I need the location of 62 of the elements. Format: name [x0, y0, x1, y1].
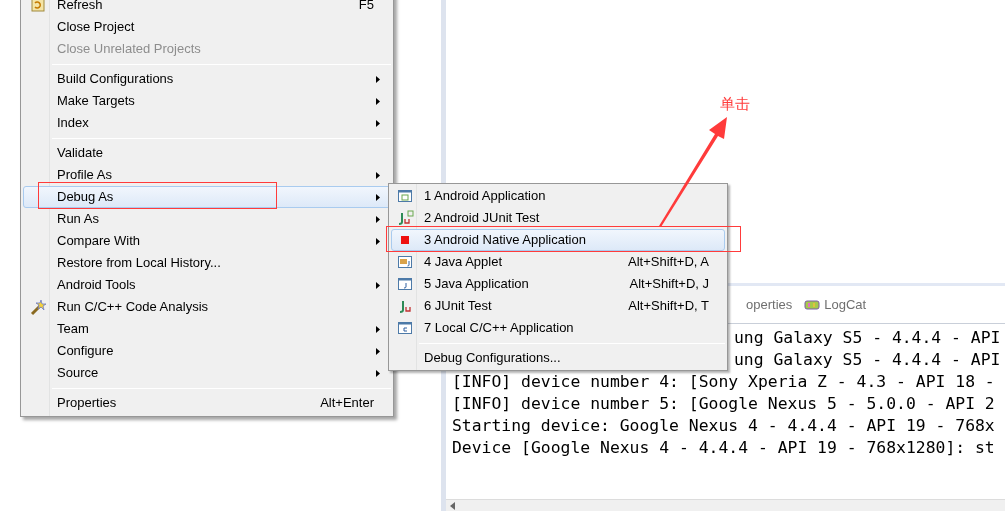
menu-item[interactable]: Profile As: [23, 164, 391, 186]
junit-icon: [397, 298, 413, 314]
menu-item[interactable]: Properties Alt+Enter: [23, 392, 391, 414]
submenu-arrow-icon: [376, 215, 380, 223]
submenu-arrow-icon: [376, 237, 380, 245]
logcat-icon: [804, 298, 821, 311]
shortcut-text: Alt+Enter: [320, 394, 374, 413]
square-icon: [401, 236, 409, 244]
shortcut-text: Alt+Shift+D, A: [628, 253, 709, 272]
menu-item[interactable]: 2 Android JUnit Test: [391, 207, 725, 229]
junit-icon: [396, 210, 414, 226]
menu-item[interactable]: Restore from Local History...: [23, 252, 391, 274]
shortcut-text: Alt+Shift+D, T: [628, 297, 709, 316]
magic-wand-icon: [28, 298, 47, 316]
menu-item[interactable]: Index: [23, 112, 391, 134]
menu-item[interactable]: Close Project: [23, 16, 391, 38]
shortcut-text: Alt+Shift+D, J: [629, 275, 709, 294]
submenu-arrow-icon: [376, 325, 380, 333]
menu-item[interactable]: Build Configurations: [23, 68, 391, 90]
menu-item[interactable]: Android Tools: [23, 274, 391, 296]
c-window-icon: [397, 320, 413, 336]
menu-item[interactable]: 1 Android Application: [391, 185, 725, 207]
submenu-arrow-icon: [376, 75, 380, 83]
menu-item[interactable]: 4 Java Applet Alt+Shift+D, A: [391, 251, 725, 273]
console-line: ung Galaxy S5 - 4.4.4 - API: [734, 349, 1001, 371]
console-line: ung Galaxy S5 - 4.4.4 - API: [734, 327, 1001, 349]
menu-item[interactable]: 6 JUnit Test Alt+Shift+D, T: [391, 295, 725, 317]
java-window-icon: [397, 276, 413, 292]
menu-item[interactable]: Source: [23, 362, 391, 384]
view-tab[interactable]: operties: [746, 294, 793, 315]
console-line: Starting device: Google Nexus 4 - 4.4.4 - API 19 - 768x: [452, 415, 995, 437]
submenu-arrow-icon: [376, 281, 380, 289]
applet-window-icon: [397, 254, 413, 270]
menu-item[interactable]: Configure: [23, 340, 391, 362]
console-line: [INFO] device number 5: [Google Nexus 5 - 5.0.0 - API 2: [452, 393, 995, 415]
menu-item[interactable]: Run As: [23, 208, 391, 230]
horizontal-scrollbar[interactable]: [446, 499, 1005, 511]
menu-item[interactable]: Team: [23, 318, 391, 340]
submenu-arrow-icon: [376, 193, 380, 201]
shortcut-text: F5: [358, 0, 374, 15]
submenu-arrow-icon: [376, 369, 380, 377]
menu-item[interactable]: Debug As: [23, 186, 391, 208]
annotation-label: 单击: [720, 95, 750, 113]
menu-item[interactable]: Debug Configurations...: [391, 347, 725, 369]
menu-item[interactable]: Compare With: [23, 230, 391, 252]
view-tab[interactable]: LogCat: [804, 294, 867, 315]
console-line: Device [Google Nexus 4 - 4.4.4 - API 19 - 768x1280]: st: [452, 437, 995, 459]
app-window-icon: [397, 188, 413, 204]
menu-item[interactable]: 3 Android Native Application: [391, 229, 725, 251]
menu-item[interactable]: Refresh F5: [23, 0, 391, 16]
submenu-arrow-icon: [376, 97, 380, 105]
console-line: [INFO] device number 4: [Sony Xperia Z - 4.3 - API 18 -: [452, 371, 995, 393]
scroll-left-arrow-icon[interactable]: [450, 501, 455, 510]
folder-refresh-icon: [29, 0, 46, 13]
menu-item[interactable]: Validate: [23, 142, 391, 164]
menu-item[interactable]: 7 Local C/C++ Application: [391, 317, 725, 339]
menu-item[interactable]: 5 Java Application Alt+Shift+D, J: [391, 273, 725, 295]
submenu-arrow-icon: [376, 119, 380, 127]
submenu-arrow-icon: [376, 347, 380, 355]
menu-item[interactable]: Make Targets: [23, 90, 391, 112]
submenu-arrow-icon: [376, 171, 380, 179]
menu-item[interactable]: Run C/C++ Code Analysis: [23, 296, 391, 318]
